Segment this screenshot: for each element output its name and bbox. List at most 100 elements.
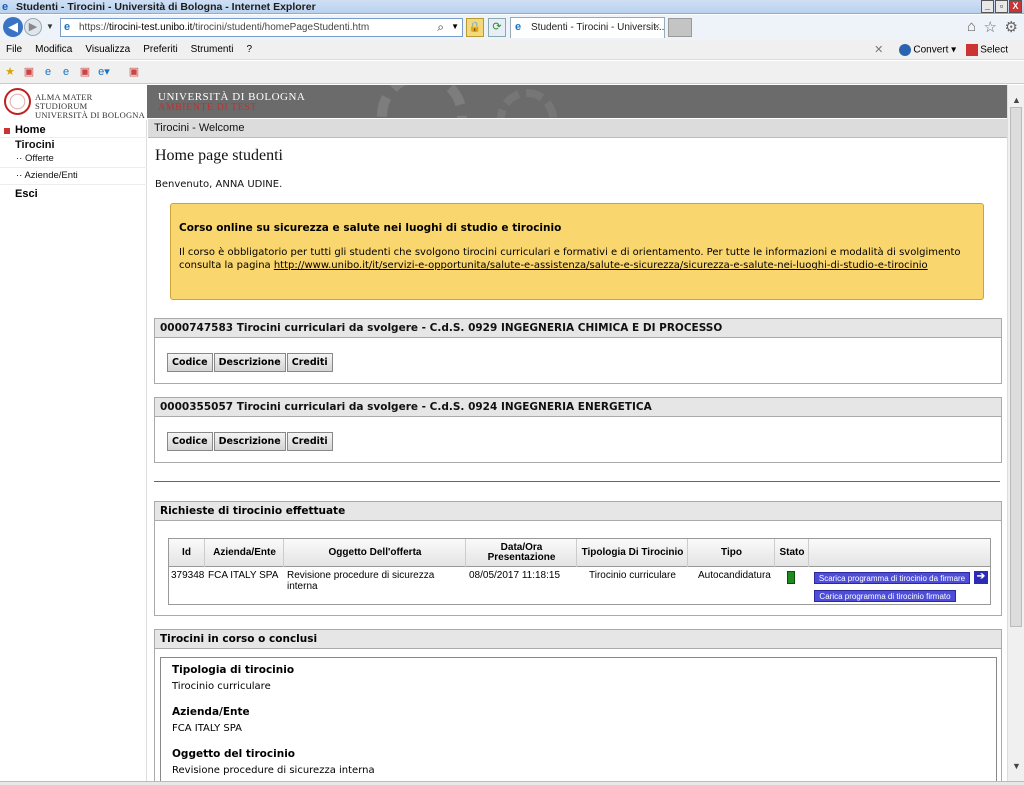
favorites-star-icon[interactable]: ☆ [984, 18, 997, 36]
field-value: FCA ITALY SPA [172, 723, 242, 734]
minimize-button[interactable]: _ [981, 0, 994, 13]
menu-visualizza[interactable]: Visualizza [85, 44, 130, 55]
field-label: Oggetto del tirocinio [172, 748, 296, 760]
field-value: Tirocinio curriculare [172, 681, 271, 692]
scroll-up-icon[interactable]: ▲ [1012, 95, 1021, 105]
select-icon [966, 43, 979, 56]
menu-help[interactable]: ? [246, 44, 252, 55]
notice-link[interactable]: http://www.unibo.it/it/servizi-e-opportu… [274, 260, 928, 271]
col-id: Id [169, 539, 205, 567]
descrizione-button[interactable]: Descrizione [213, 353, 286, 372]
field-label: Tipologia di tirocinio [172, 664, 295, 676]
close-window-button[interactable]: X [1009, 0, 1022, 13]
favorite-ie-icon[interactable]: e [41, 65, 55, 79]
col-stato: Stato [776, 539, 809, 567]
codice-button[interactable]: Codice [167, 353, 213, 372]
scroll-thumb[interactable] [1010, 107, 1022, 627]
ie-logo-icon: e [2, 1, 9, 13]
notice-title: Corso online su sicurezza e salute nei l… [179, 222, 562, 234]
col-data: Data/Ora Presentazione [467, 539, 577, 567]
status-indicator-icon [787, 571, 795, 584]
requests-table: Id Azienda/Ente Oggetto Dell'offerta Dat… [168, 538, 991, 605]
gear-icon[interactable]: ⚙ [1005, 18, 1018, 36]
status-bar [0, 781, 1024, 785]
cds-panel: 0000747583 Tirocini curriculari da svolg… [154, 318, 1002, 384]
safety-course-notice: Corso online su sicurezza e salute nei l… [170, 203, 984, 300]
requests-panel: Richieste di tirocinio effettuate Id Azi… [154, 501, 1002, 616]
sidebar-item-offerte[interactable]: ·· Offerte [0, 153, 147, 168]
window-controls: _ ▫ X [981, 0, 1022, 13]
convert-button[interactable]: Convert ▾ [899, 43, 956, 56]
tab-favicon-icon: e [515, 21, 522, 33]
new-tab-button[interactable] [668, 18, 692, 37]
favorite-link-icon[interactable]: ▣ [78, 65, 92, 79]
banner-environment: AMBIENTE DI TEST [158, 102, 257, 113]
divider [154, 481, 1000, 482]
sidebar-item-home[interactable]: Home [0, 124, 147, 138]
address-row: ◀ ▶ ▼ e https://tirocini-test.unibo.it/t… [0, 15, 1024, 40]
current-internships-panel: Tirocini in corso o conclusi Tipologia d… [154, 629, 1002, 781]
requests-header: Richieste di tirocinio effettuate [155, 502, 1001, 521]
lock-icon[interactable]: 🔒 [466, 18, 484, 37]
open-detail-arrow-icon[interactable]: ➔ [974, 571, 988, 584]
home-icon[interactable]: ⌂ [967, 18, 976, 35]
back-button[interactable]: ◀ [3, 17, 23, 37]
col-azienda: Azienda/Ente [206, 539, 284, 567]
welcome-text: Benvenuto, ANNA UDINE. [155, 179, 283, 190]
alma-mater-text: ALMA MATER STUDIORUM UNIVERSITÀ DI BOLOG… [35, 92, 145, 120]
address-field[interactable]: e https://tirocini-test.unibo.it/tirocin… [60, 18, 463, 37]
gear-decoration-icon [497, 89, 557, 118]
history-dropdown-icon[interactable]: ▼ [46, 22, 54, 31]
gear-decoration-icon [377, 85, 467, 118]
favorite-link-icon[interactable]: ▣ [127, 65, 141, 79]
browser-tab[interactable]: e Studenti - Tirocini - Universit... × [510, 17, 665, 38]
select-button[interactable]: Select [966, 43, 1008, 56]
favorite-ie-dropdown-icon[interactable]: e▾ [97, 65, 111, 79]
header-banner: UNIVERSITÀ DI BOLOGNA AMBIENTE DI TEST [147, 85, 1007, 118]
sidebar-item-aziende[interactable]: ·· Aziende/Enti [0, 170, 147, 185]
address-dropdown-icon[interactable]: ▼ [451, 22, 459, 31]
menu-file[interactable]: File [6, 44, 22, 55]
page-title: Home page studenti [155, 147, 283, 164]
menu-preferiti[interactable]: Preferiti [143, 44, 177, 55]
menu-modifica[interactable]: Modifica [35, 44, 72, 55]
sidebar-item-tirocini[interactable]: Tirocini [0, 139, 147, 153]
scroll-down-icon[interactable]: ▼ [1012, 761, 1021, 771]
internship-details: Tipologia di tirocinio Tirocinio curricu… [160, 657, 997, 781]
web-page: ALMA MATER STUDIORUM UNIVERSITÀ DI BOLOG… [0, 85, 1007, 781]
menu-strumenti[interactable]: Strumenti [191, 44, 234, 55]
unibo-logo[interactable]: ALMA MATER STUDIORUM UNIVERSITÀ DI BOLOG… [0, 85, 147, 120]
codice-button[interactable]: Codice [167, 432, 213, 451]
cell-tipologia: Tirocinio curriculare [589, 570, 676, 581]
restore-button[interactable]: ▫ [995, 0, 1008, 13]
upload-program-button[interactable]: Carica programma di tirocinio firmato [814, 590, 956, 602]
refresh-icon[interactable]: ⟳ [488, 18, 506, 37]
favorites-star-add-icon[interactable]: ★ [3, 65, 17, 79]
cds-header: 0000747583 Tirocini curriculari da svolg… [155, 319, 1001, 338]
sidebar-item-esci[interactable]: Esci [0, 188, 147, 202]
menu-bar: File Modifica Visualizza Preferiti Strum… [0, 40, 1024, 60]
unibo-seal-icon [4, 88, 31, 115]
notice-body: Il corso è obbligatorio per tutti gli st… [179, 247, 961, 271]
search-icon[interactable]: ⌕ [437, 20, 444, 35]
favorite-link-icon[interactable]: ▣ [22, 65, 36, 79]
col-oggetto: Oggetto Dell'offerta [285, 539, 466, 567]
descrizione-button[interactable]: Descrizione [213, 432, 286, 451]
cell-oggetto: Revisione procedure di sicurezza interna [287, 570, 435, 592]
sidebar: Home Tirocini ·· Offerte ·· Aziende/Enti… [0, 120, 147, 781]
close-toolbar-icon[interactable]: ✕ [874, 43, 883, 56]
convert-icon [899, 43, 912, 56]
vertical-scrollbar[interactable]: ▲ ▼ [1007, 85, 1024, 781]
crediti-button[interactable]: Crediti [286, 432, 333, 451]
cell-data: 08/05/2017 11:18:15 [469, 570, 561, 581]
current-header: Tirocini in corso o conclusi [155, 630, 1001, 649]
crediti-button[interactable]: Crediti [286, 353, 333, 372]
field-value: Revisione procedure di sicurezza interna [172, 765, 375, 776]
tab-label: Studenti - Tirocini - Universit... [531, 22, 665, 33]
page-favicon-icon: e [64, 21, 71, 33]
cds-panel: 0000355057 Tirocini curriculari da svolg… [154, 397, 1002, 463]
download-program-button[interactable]: Scarica programma di tirocinio da firmar… [814, 572, 970, 584]
favorite-ie-icon[interactable]: e [59, 65, 73, 79]
forward-button[interactable]: ▶ [24, 18, 42, 36]
tab-close-icon[interactable]: × [654, 21, 660, 33]
